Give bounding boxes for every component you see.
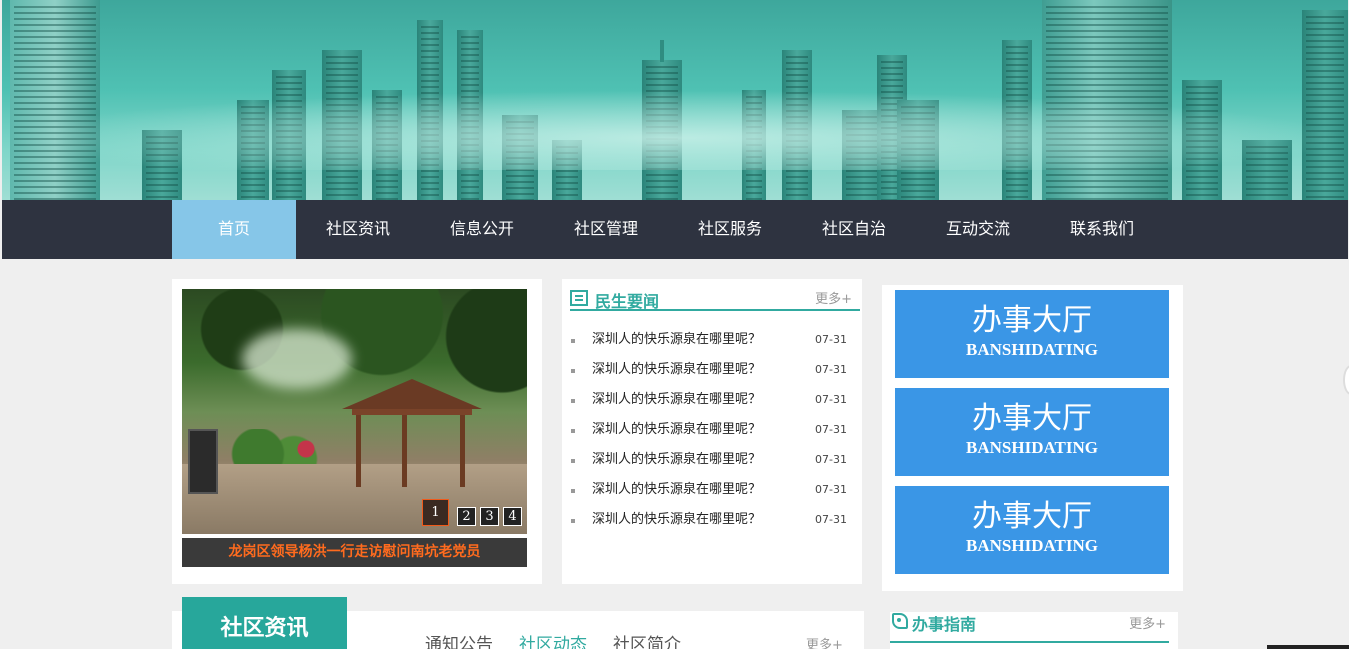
news-item-date: 07-31	[815, 453, 847, 466]
news-title: 民生要闻	[595, 292, 660, 311]
news-item-title[interactable]: 深圳人的快乐源泉在哪里呢？	[592, 362, 761, 377]
news-item[interactable]: 深圳人的快乐源泉在哪里呢？ 07-31	[571, 359, 851, 389]
tag-icon	[892, 613, 908, 629]
service-hall-label: 办事大厅	[972, 499, 1092, 534]
news-header: 民生要闻 更多+	[570, 287, 860, 311]
header-banner	[2, 0, 1348, 200]
news-item[interactable]: 深圳人的快乐源泉在哪里呢？ 07-31	[571, 389, 851, 419]
nav-item-community-autonomy[interactable]: 社区自治	[792, 200, 916, 259]
news-item-title[interactable]: 深圳人的快乐源泉在哪里呢？	[592, 422, 761, 437]
slider-dot-4[interactable]: 4	[503, 507, 522, 526]
community-more-link[interactable]: 更多+	[806, 634, 843, 649]
side-scroll-handle[interactable]	[1343, 365, 1349, 395]
news-item-date: 07-31	[815, 333, 847, 346]
news-item-title[interactable]: 深圳人的快乐源泉在哪里呢？	[592, 332, 761, 347]
news-item-date: 07-31	[815, 483, 847, 496]
news-item[interactable]: 深圳人的快乐源泉在哪里呢？ 07-31	[571, 449, 851, 479]
tab-community-intro[interactable]: 社区简介	[613, 630, 681, 649]
slider-caption[interactable]: 龙岗区领导杨洪一行走访慰问南坑老党员	[182, 538, 527, 567]
main-nav: 首页 社区资讯 信息公开 社区管理 社区服务 社区自治 互动交流 联系我们	[2, 200, 1348, 259]
service-hall-button[interactable]: 办事大厅 BANSHIDATING	[895, 388, 1169, 476]
newspaper-icon	[570, 290, 588, 306]
news-more-link[interactable]: 更多+	[815, 288, 852, 307]
service-hall-label-en: BANSHIDATING	[966, 438, 1098, 457]
news-item-date: 07-31	[815, 393, 847, 406]
corner-toolbar	[1267, 645, 1349, 649]
guide-header: 办事指南 更多+	[890, 611, 1169, 643]
news-list: 深圳人的快乐源泉在哪里呢？ 07-31 深圳人的快乐源泉在哪里呢？ 07-31 深圳…	[571, 329, 851, 539]
photo-slider: 1 2 3 4 龙岗区领导杨洪一行走访慰问南坑老党员	[172, 279, 542, 584]
guide-title: 办事指南	[912, 615, 977, 634]
slider-dot-1[interactable]: 1	[422, 499, 449, 526]
service-hall-label: 办事大厅	[972, 401, 1092, 436]
service-hall-label-en: BANSHIDATING	[966, 340, 1098, 359]
service-hall-button[interactable]: 办事大厅 BANSHIDATING	[895, 290, 1169, 378]
service-hall-label: 办事大厅	[972, 303, 1092, 338]
news-item[interactable]: 深圳人的快乐源泉在哪里呢？ 07-31	[571, 509, 851, 539]
news-item-title[interactable]: 深圳人的快乐源泉在哪里呢？	[592, 392, 761, 407]
slider-dot-2[interactable]: 2	[457, 507, 476, 526]
nav-item-community-news[interactable]: 社区资讯	[296, 200, 420, 259]
nav-item-home[interactable]: 首页	[172, 200, 296, 259]
slider-pagination: 1 2 3 4	[422, 499, 522, 526]
guide-more-link[interactable]: 更多+	[1129, 613, 1166, 632]
news-item[interactable]: 深圳人的快乐源泉在哪里呢？ 07-31	[571, 329, 851, 359]
nav-item-contact[interactable]: 联系我们	[1040, 200, 1164, 259]
community-subtabs: 通知公告 社区动态 社区简介	[425, 630, 681, 649]
news-item[interactable]: 深圳人的快乐源泉在哪里呢？ 07-31	[571, 419, 851, 449]
service-hall-button[interactable]: 办事大厅 BANSHIDATING	[895, 486, 1169, 574]
nav-item-community-service[interactable]: 社区服务	[668, 200, 792, 259]
news-panel: 民生要闻 更多+ 深圳人的快乐源泉在哪里呢？ 07-31 深圳人的快乐源泉在哪里呢…	[562, 279, 862, 584]
news-item-title[interactable]: 深圳人的快乐源泉在哪里呢？	[592, 482, 761, 497]
news-item-title[interactable]: 深圳人的快乐源泉在哪里呢？	[592, 452, 761, 467]
news-item-date: 07-31	[815, 423, 847, 436]
service-hall-panel: 办事大厅 BANSHIDATING 办事大厅 BANSHIDATING 办事大厅…	[882, 285, 1183, 591]
tab-community-updates[interactable]: 社区动态	[519, 630, 587, 649]
nav-item-interaction[interactable]: 互动交流	[916, 200, 1040, 259]
nav-item-community-management[interactable]: 社区管理	[544, 200, 668, 259]
slider-image[interactable]: 1 2 3 4	[182, 289, 527, 534]
service-hall-label-en: BANSHIDATING	[966, 536, 1098, 555]
news-item[interactable]: 深圳人的快乐源泉在哪里呢？ 07-31	[571, 479, 851, 509]
news-item-title[interactable]: 深圳人的快乐源泉在哪里呢？	[592, 512, 761, 527]
news-item-date: 07-31	[815, 513, 847, 526]
community-news-heading: 社区资讯	[182, 597, 347, 649]
nav-item-info-disclosure[interactable]: 信息公开	[420, 200, 544, 259]
tab-notices[interactable]: 通知公告	[425, 630, 493, 649]
slider-dot-3[interactable]: 3	[480, 507, 499, 526]
news-item-date: 07-31	[815, 363, 847, 376]
